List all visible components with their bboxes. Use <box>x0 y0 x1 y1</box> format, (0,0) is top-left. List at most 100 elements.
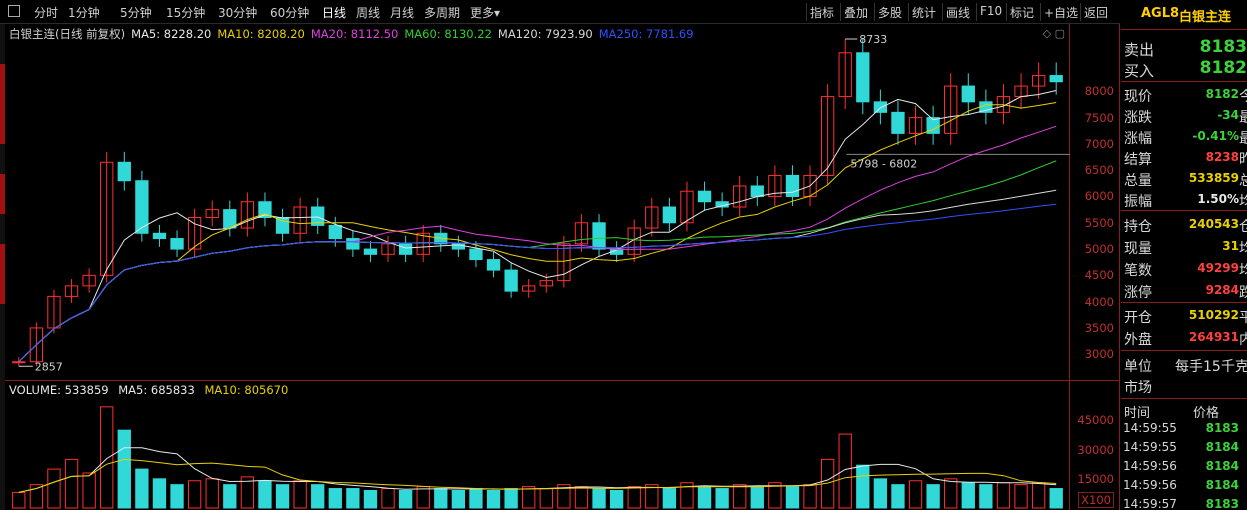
period-tab-6[interactable]: 日线 <box>322 4 346 21</box>
tool-button-2[interactable]: 多股 <box>878 4 902 21</box>
tick-price: 8184 <box>1205 478 1239 492</box>
volume-bar <box>750 486 764 509</box>
period-tab-4[interactable]: 30分钟 <box>218 4 257 21</box>
candle-body <box>328 224 342 240</box>
candle-body <box>363 248 378 255</box>
quote-row-rows1-2: 涨幅 -0.41% 最 <box>1121 126 1247 147</box>
period-tab-0[interactable]: 分时 <box>34 4 58 21</box>
volume-bar <box>697 486 712 509</box>
tick-row: 14:59:56 8184 <box>1121 458 1247 477</box>
volume-bar <box>416 486 430 509</box>
buy-value: 8182 <box>1199 58 1247 78</box>
tool-button-6[interactable]: 标记 <box>1010 4 1034 21</box>
volume-bar-chart <box>12 406 1063 509</box>
period-tab-5[interactable]: 60分钟 <box>270 4 309 21</box>
price-chart-pane[interactable]: 白银主连(日线 前复权) MA5: 8228.20 MA10: 8208.20 MA2… <box>5 24 1070 380</box>
candle-body <box>398 243 413 255</box>
tick-time: 14:59:57 <box>1123 497 1177 510</box>
panel-toggle-icon[interactable] <box>8 5 20 17</box>
volume-bar <box>856 464 870 509</box>
candle-body <box>873 101 888 113</box>
period-tab-1[interactable]: 1分钟 <box>68 4 100 21</box>
candle-body <box>785 174 800 197</box>
volume-bar <box>328 488 342 509</box>
volume-chart-pane[interactable]: VOLUME: 533859 MA5: 685833 MA10: 805670 <box>5 381 1070 510</box>
tool-button-7[interactable]: +自选 <box>1044 4 1078 21</box>
volume-unit-label: X100 <box>1078 492 1114 508</box>
volume-bar <box>785 486 800 509</box>
quote-tail-label: 昨 <box>1239 152 1247 168</box>
quote-label: 振幅 <box>1124 194 1152 210</box>
quote-row-rows1-1: 涨跌 -34 最 <box>1121 105 1247 126</box>
volume-bar <box>715 488 729 509</box>
volume-bar <box>187 480 202 509</box>
period-tab-2[interactable]: 5分钟 <box>120 4 152 21</box>
tool-button-5[interactable]: F10 <box>980 4 1002 18</box>
volume-bar <box>135 468 149 509</box>
quote-row-rows2-3: 涨停 9284 跌 <box>1121 280 1247 301</box>
quote-value: 49299 <box>1197 261 1239 275</box>
quote-value: 8238 <box>1205 150 1239 164</box>
volume-bar <box>996 482 1011 509</box>
candle-body <box>697 190 712 203</box>
quote-label: 涨幅 <box>1124 131 1152 147</box>
market-label: 市场 <box>1124 380 1152 396</box>
ma-line-10 <box>18 102 1057 363</box>
price-axis-label: 5000 <box>1084 242 1114 257</box>
period-tab-7[interactable]: 周线 <box>356 4 380 21</box>
period-tab-3[interactable]: 15分钟 <box>166 4 205 21</box>
volume-bar <box>293 480 307 509</box>
quote-value: 240543 <box>1188 217 1239 231</box>
volume-bar <box>205 478 219 509</box>
ticks-time-header: 时间 <box>1124 406 1151 421</box>
candle-body <box>750 185 764 197</box>
candle-body <box>856 52 870 103</box>
volume-bar <box>398 489 413 509</box>
quote-tail-label: 均 <box>1239 263 1247 279</box>
tool-button-8[interactable]: 返回 <box>1084 4 1108 21</box>
price-axis-label: 3500 <box>1084 320 1114 335</box>
volume-bar <box>592 488 606 509</box>
volume-bar <box>574 486 589 509</box>
candle-body <box>117 161 131 182</box>
ticks-price-header: 价格 <box>1193 406 1220 421</box>
volume-bar <box>522 486 536 509</box>
quote-row-rows2-2: 笔数 49299 均 <box>1121 258 1247 279</box>
volume-bar <box>486 489 501 509</box>
unit-value: 每手15千克 <box>1175 359 1247 375</box>
tool-button-3[interactable]: 统计 <box>912 4 936 21</box>
volume-bar <box>469 488 483 509</box>
tool-button-4[interactable]: 画线 <box>946 4 970 21</box>
tool-button-0[interactable]: 指标 <box>810 4 834 21</box>
tool-button-1[interactable]: 叠加 <box>844 4 868 21</box>
quote-value: 31 <box>1222 239 1239 253</box>
volume-bar <box>47 468 61 509</box>
quote-row-rows2-1: 现量 31 均 <box>1121 236 1247 257</box>
quote-tail-label: 最 <box>1239 131 1247 147</box>
period-tab-8[interactable]: 月线 <box>390 4 414 21</box>
period-tab-9[interactable]: 多周期 <box>424 4 460 21</box>
volume-bar <box>258 480 272 509</box>
volume-bar <box>873 478 888 509</box>
toolbar: 分时 1分钟 5分钟 15分钟 30分钟 60分钟 日线 周线 月线 多周期 更多▾ 指标 叠加 多股统… <box>0 0 1120 24</box>
volume-bar <box>12 491 26 509</box>
candle-body <box>486 259 501 271</box>
candle-body <box>12 361 26 364</box>
volume-axis-label: 45000 <box>1077 413 1114 428</box>
quote-label: 持仓 <box>1124 219 1152 235</box>
candlestick-chart: 8733 2857 5798 - 6802 <box>12 33 1070 373</box>
tick-time: 14:59:55 <box>1123 421 1177 435</box>
market-row: 市场 <box>1121 375 1247 396</box>
volume-bar <box>1049 488 1063 509</box>
volume-bar <box>170 484 184 509</box>
unit-row: 单位 每手15千克 <box>1121 354 1247 375</box>
candle-body <box>223 209 237 229</box>
tick-time: 14:59:55 <box>1123 440 1177 454</box>
candle-body <box>891 111 905 134</box>
ma-line-60 <box>18 203 1057 363</box>
volume-bar <box>504 488 518 509</box>
buy-label: 买入 <box>1124 62 1155 80</box>
volume-bar <box>381 488 395 509</box>
period-tab-10[interactable]: 更多▾ <box>470 4 500 21</box>
volume-bar <box>979 484 993 509</box>
